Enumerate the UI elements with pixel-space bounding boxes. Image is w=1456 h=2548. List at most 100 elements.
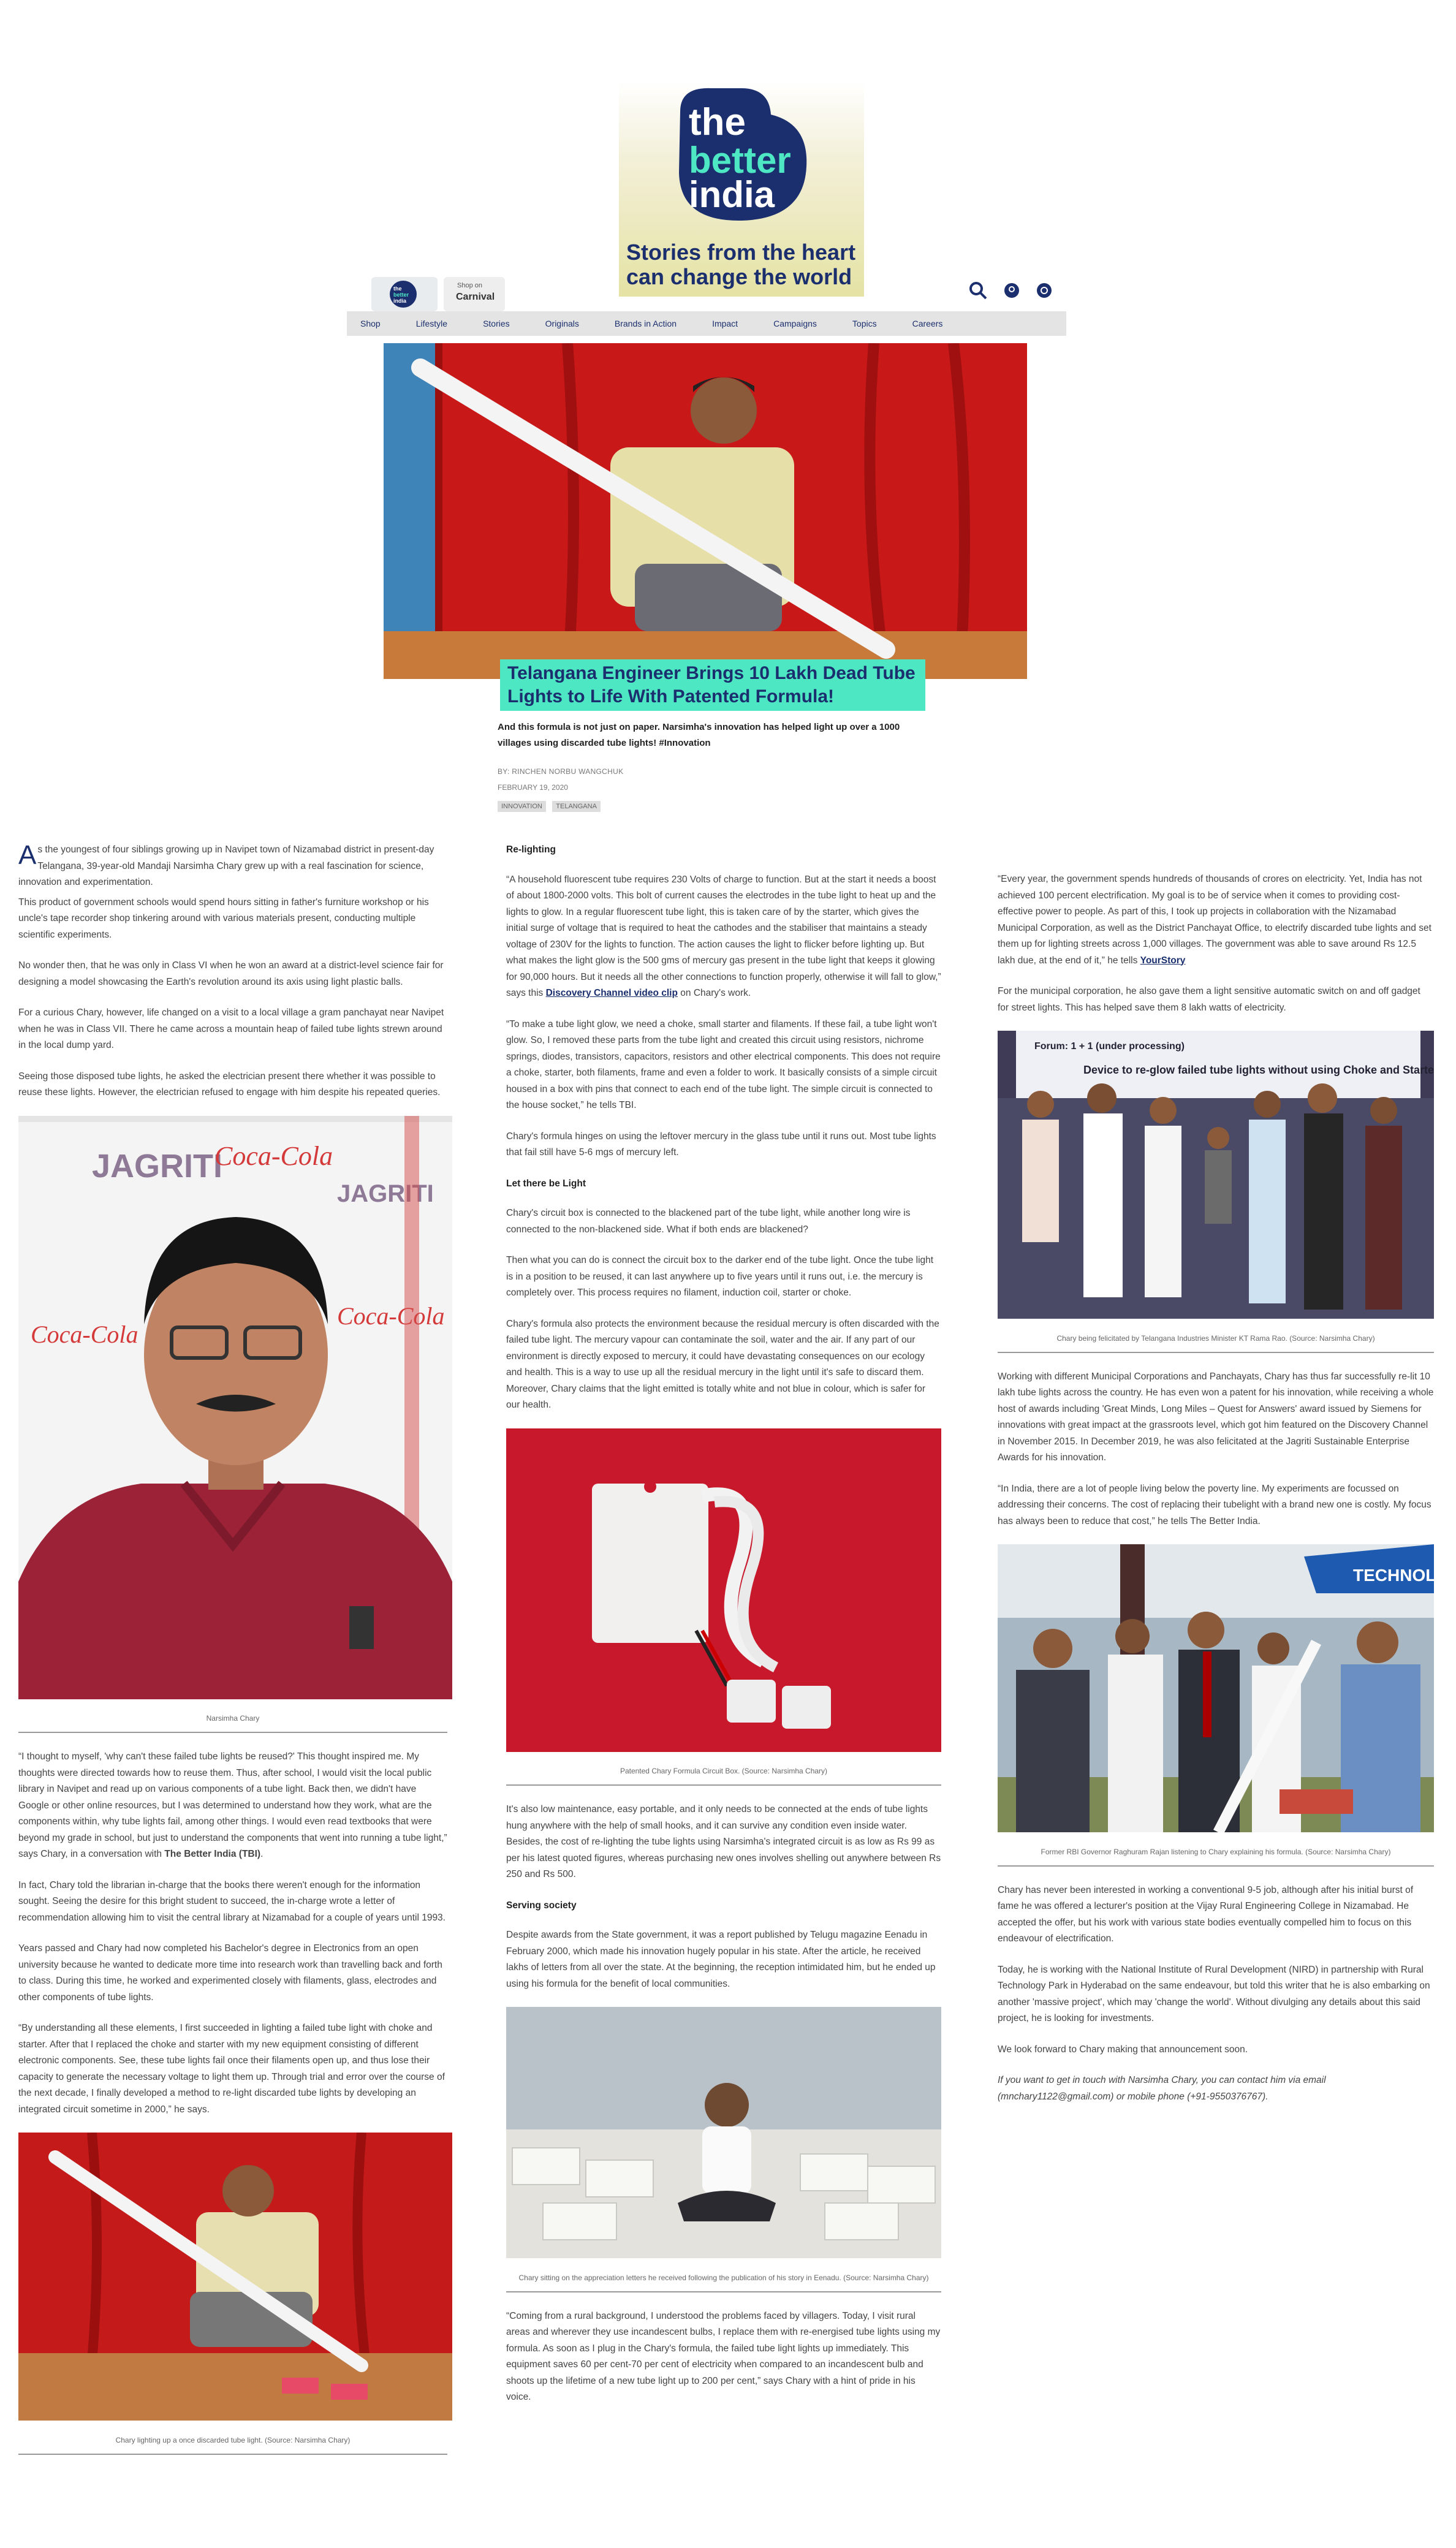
brand-tagline: Stories from the heart can change the wo… — [626, 240, 856, 289]
col3-paragraph-5: Chary has never been interested in worki… — [998, 1884, 1414, 1944]
header-logo-the: the — [393, 286, 402, 292]
shop-on-label: Shop on — [457, 282, 482, 289]
figure-felicitation: Forum: 1 + 1 (under processing) Device t… — [998, 1031, 1438, 1353]
col2-paragraph-1: “A household fluorescent tube requires 2… — [506, 872, 941, 1002]
col1-paragraph-5: Seeing those disposed tube lights, he as… — [18, 1071, 441, 1098]
nav-shop[interactable]: Shop — [360, 319, 381, 328]
col2-paragraph-3: Chary's formula hinges on using the left… — [506, 1131, 936, 1158]
col2-paragraph-4: Chary's circuit box is connected to the … — [506, 1208, 911, 1235]
menu-icon[interactable] — [1036, 282, 1052, 298]
yourstory-link[interactable]: YourStory — [1140, 955, 1186, 966]
article-subhead: And this formula is not just on paper. N… — [498, 722, 900, 748]
col1-paragraph-6: “I thought to myself, 'why can't these f… — [18, 1751, 447, 1859]
main-nav: Shop Lifestyle Stories Originals Brands … — [347, 311, 1066, 336]
article-date: FEBRUARY 19, 2020 — [498, 783, 568, 792]
col1-paragraph-8: Years passed and Chary had now completed… — [18, 1943, 442, 2003]
drop-cap: A — [18, 840, 37, 870]
col3-contact-paragraph: If you want to get in touch with Narsimh… — [998, 2075, 1326, 2102]
caption-appreciation-letters: Chary sitting on the appreciation letter… — [506, 2264, 941, 2292]
search-icon[interactable] — [968, 281, 988, 300]
tent-banner-text: TECHNOLOG — [1353, 1566, 1434, 1585]
banner-device-text: Device to re-glow failed tube lights wit… — [1083, 1064, 1434, 1076]
col1-paragraph-1: As the youngest of four siblings growing… — [18, 842, 447, 891]
tag-innovation[interactable]: INNOVATION — [498, 801, 546, 812]
col3-paragraph-4: “In India, there are a lot of people liv… — [998, 1483, 1431, 1526]
photo-circuit-box — [506, 1428, 941, 1752]
photo-narsimha-chary: JAGRITI Coca-Cola JAGRITI Coca-Cola Coca… — [18, 1115, 452, 1699]
col1-paragraph-2: This product of government schools would… — [18, 897, 429, 940]
svg-text:Coca-Cola: Coca-Cola — [337, 1302, 445, 1330]
caption-raghuram-rajan: Former RBI Governor Raghuram Rajan liste… — [998, 1838, 1434, 1867]
photo-coke-text: Coca-Cola — [214, 1141, 333, 1171]
nav-impact[interactable]: Impact — [712, 319, 738, 328]
col1-paragraph-3: No wonder then, that he was only in Clas… — [18, 960, 444, 987]
caption-circuit-box: Patented Chary Formula Circuit Box. (Sou… — [506, 1757, 941, 1786]
col3-paragraph-6: Today, he is working with the National I… — [998, 1964, 1430, 2024]
logo-text-india: india — [689, 174, 775, 215]
shop-name: Carnival — [456, 292, 495, 302]
col2-paragraph-5: Then what you can do is connect the circ… — [506, 1255, 934, 1298]
col1-paragraph-7: In fact, Chary told the librarian in-cha… — [18, 1879, 446, 1923]
col1-p6-text: “I thought to myself, 'why can't these f… — [18, 1751, 447, 1859]
col3-p1-text: “Every year, the government spends hundr… — [998, 874, 1431, 966]
col2-paragraph-7: It's also low maintenance, easy portable… — [506, 1804, 941, 1879]
svg-text:JAGRITI: JAGRITI — [337, 1180, 434, 1207]
svg-text:Coca-Cola: Coca-Cola — [31, 1321, 138, 1348]
col3-paragraph-7: We look forward to Chary making that ann… — [998, 2044, 1248, 2055]
nav-careers[interactable]: Careers — [912, 319, 943, 328]
discovery-channel-link[interactable]: Discovery Channel video clip — [546, 988, 678, 998]
figure-appreciation-letters: Chary sitting on the appreciation letter… — [506, 2007, 941, 2292]
figure-raghuram-rajan: TECHNOLOG Former RBI Governor Raghuram R… — [998, 1544, 1456, 1867]
col1-paragraph-9: “By understanding all these elements, I … — [18, 2023, 445, 2115]
header-icons — [968, 281, 1066, 305]
article-title: Telangana Engineer Brings 10 Lakh Dead T… — [500, 659, 925, 711]
nav-campaigns[interactable]: Campaigns — [773, 319, 817, 328]
account-icon[interactable] — [1004, 282, 1020, 298]
header-logo-india: india — [393, 298, 407, 304]
heading-let-there-be-light: Let there be Light — [506, 1178, 586, 1189]
photo-felicitation-ktr: Forum: 1 + 1 (under processing) Device t… — [998, 1031, 1438, 1319]
photo-raghuram-rajan-with-chary: TECHNOLOG — [998, 1544, 1456, 1835]
shop-on-carnival-link[interactable]: Shop on Carnival — [444, 277, 505, 311]
col2-paragraph-2: “To make a tube light glow, we need a ch… — [506, 1018, 941, 1111]
col2-p1-text: “A household fluorescent tube requires 2… — [506, 874, 941, 999]
col2-p1-end: on Chary's work. — [677, 988, 751, 998]
brand-hero-logo[interactable]: the better india Stories from the heart … — [619, 81, 864, 297]
col3-paragraph-2: For the municipal corporation, he also g… — [998, 986, 1420, 1013]
figure-chary-lighting-tube: Chary lighting up a once discarded tube … — [18, 2132, 452, 2455]
caption-felicitation: Chary being felicitated by Telangana Ind… — [998, 1325, 1434, 1353]
hero-photo-chary-with-tube-light — [384, 343, 1027, 679]
heading-serving-society: Serving society — [506, 1900, 577, 1911]
caption-narsimha-chary: Narsimha Chary — [18, 1705, 447, 1733]
nav-brands-in-action[interactable]: Brands in Action — [615, 319, 677, 328]
photo-chary-lighting-tube — [18, 2132, 452, 2422]
tbi-link[interactable]: The Better India (TBI) — [164, 1849, 260, 1859]
article-column-2: Re-lighting “A household fluorescent tub… — [506, 842, 941, 2421]
nav-stories[interactable]: Stories — [483, 319, 510, 328]
tag-telangana[interactable]: TELANGANA — [552, 801, 601, 812]
nav-topics[interactable]: Topics — [852, 319, 877, 328]
caption-chary-lighting-tube: Chary lighting up a once discarded tube … — [18, 2427, 447, 2455]
col3-paragraph-1: “Every year, the government spends hundr… — [998, 871, 1434, 969]
col1-paragraph-4: For a curious Chary, however, life chang… — [18, 1007, 444, 1050]
col3-paragraph-3: Working with different Municipal Corpora… — [998, 1371, 1434, 1463]
article-tags: INNOVATION TELANGANA — [498, 800, 604, 812]
heading-re-lighting: Re-lighting — [506, 844, 556, 855]
photo-jagriti-text: JAGRITI — [92, 1148, 222, 1185]
logo-heart-shape: the better india — [679, 88, 807, 221]
logo-text-the: the — [689, 101, 746, 143]
col2-paragraph-8: Despite awards from the State government… — [506, 1930, 936, 1989]
banner-forum-text: Forum: 1 + 1 (under processing) — [1034, 1041, 1185, 1052]
col1-p1-text: s the youngest of four siblings growing … — [18, 844, 434, 887]
header-logo-better: better — [393, 292, 409, 298]
article-byline[interactable]: BY: RINCHEN NORBU WANGCHUK — [498, 767, 623, 776]
col2-paragraph-6: Chary's formula also protects the enviro… — [506, 1318, 939, 1411]
header-logo[interactable]: the better india — [371, 277, 438, 311]
article-column-3: “Every year, the government spends hundr… — [998, 871, 1456, 2120]
figure-circuit-box: Patented Chary Formula Circuit Box. (Sou… — [506, 1428, 941, 1786]
col2-paragraph-9: “Coming from a rural background, I under… — [506, 2310, 941, 2403]
nav-lifestyle[interactable]: Lifestyle — [416, 319, 447, 328]
photo-chary-on-letters — [506, 2007, 941, 2258]
nav-originals[interactable]: Originals — [545, 319, 579, 328]
figure-narsimha-portrait: JAGRITI Coca-Cola JAGRITI Coca-Cola Coca… — [18, 1115, 452, 1733]
